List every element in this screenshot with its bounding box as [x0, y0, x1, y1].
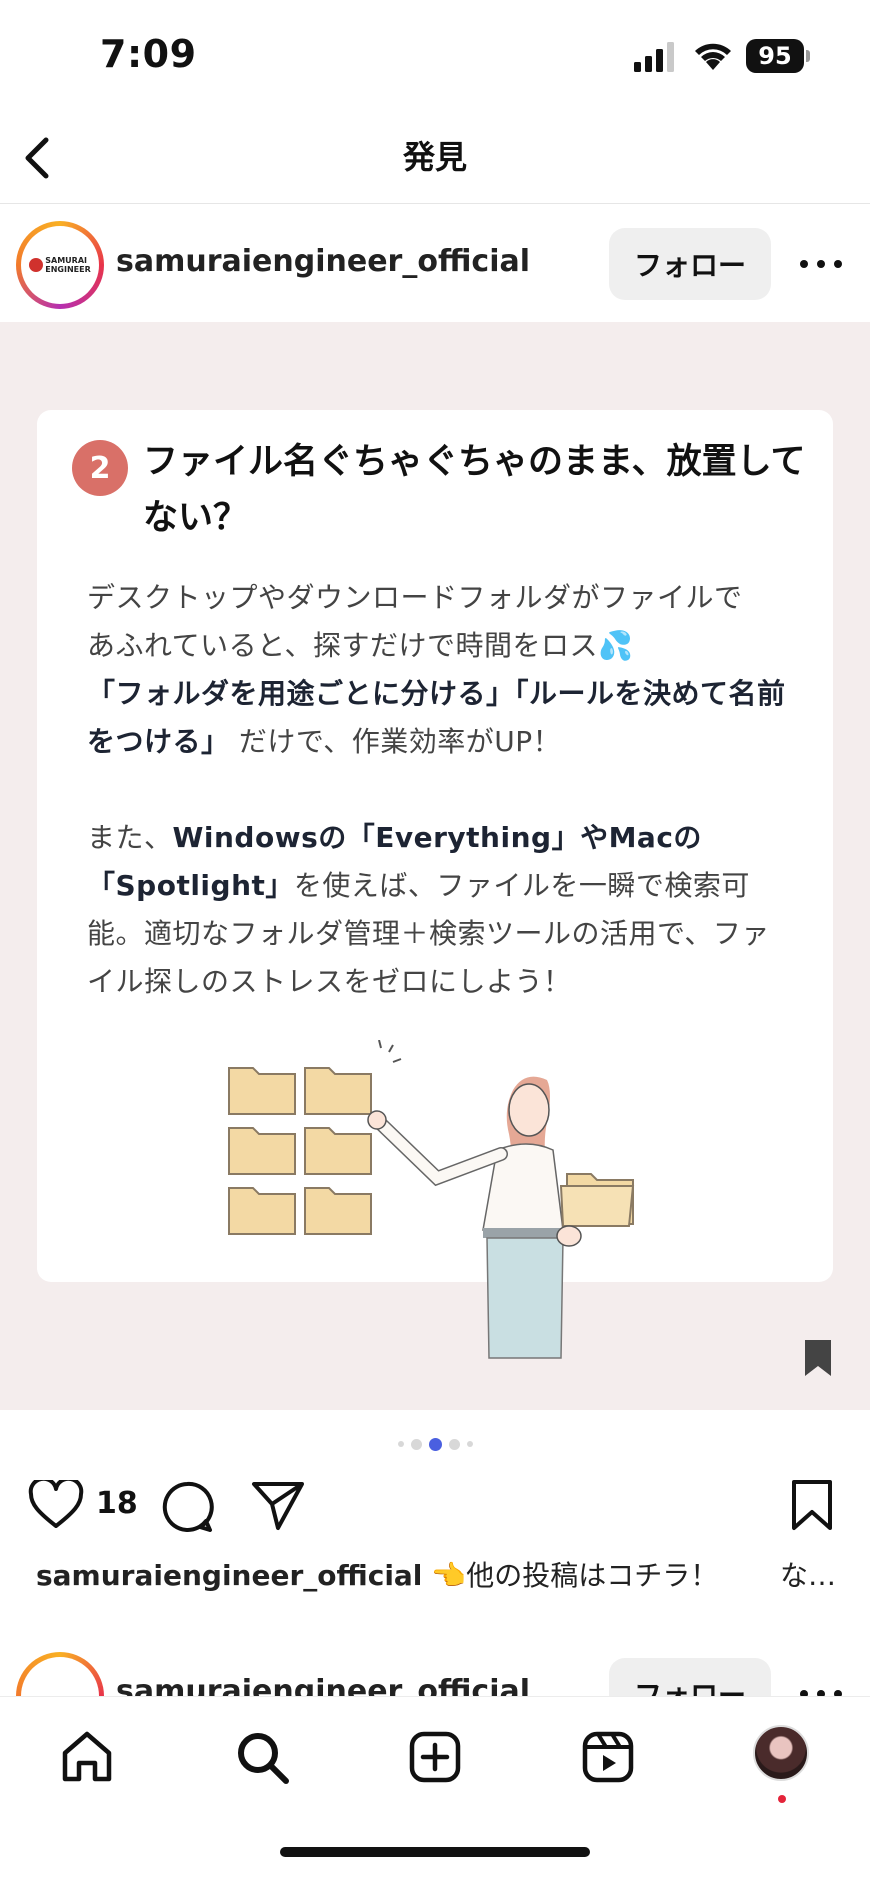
logo-mark-icon [29, 258, 44, 272]
author-avatar[interactable]: SAMURAI ENGINEER [16, 221, 104, 309]
card-body: デスクトップやダウンロードフォルダがファイルで あふれていると、探すだけで時間を… [87, 574, 787, 1006]
more-options-icon[interactable] [796, 256, 846, 272]
profile-avatar[interactable] [753, 1725, 809, 1781]
cellular-signal-icon [634, 42, 674, 72]
home-indicator[interactable] [280, 1847, 590, 1857]
body-text: だけで、作業効率がUP！ [238, 725, 562, 758]
comment-icon[interactable] [160, 1480, 214, 1534]
body-line: あふれていると、探すだけで時間をロス💦 [87, 629, 634, 662]
logo-text: SAMURAI ENGINEER [45, 256, 91, 274]
logo-text-line-1: SAMURAI [45, 256, 87, 265]
caption-text: 👈他の投稿はコチラ！ [431, 1559, 719, 1592]
carousel-indicator [0, 1434, 870, 1454]
post-header: SAMURAI ENGINEER samuraiengineer_officia… [0, 204, 870, 322]
nav-header: 発見 [0, 110, 870, 204]
save-bookmark-icon[interactable] [790, 1478, 834, 1532]
step-number-badge: 2 [72, 440, 128, 496]
body-paragraph-1: デスクトップやダウンロードフォルダがファイルで あふれていると、探すだけで時間を… [87, 574, 787, 766]
share-paper-plane-icon[interactable] [250, 1478, 306, 1532]
caption-more-link[interactable]: な… [780, 1554, 836, 1594]
carousel-dot-active [428, 1437, 442, 1451]
carousel-dot [466, 1441, 473, 1447]
next-more-options-icon[interactable] [796, 1686, 846, 1696]
page-title: 発見 [402, 138, 467, 176]
status-time: 7:09 [100, 32, 197, 76]
author-username[interactable]: samuraiengineer_official [116, 244, 530, 279]
next-author-username[interactable]: samuraiengineer_official [116, 1674, 530, 1696]
woman-with-folders-illustration [228, 1040, 635, 1359]
notification-dot [778, 1795, 786, 1803]
carousel-dot [397, 1441, 404, 1447]
battery-level: 95 [746, 39, 804, 73]
tip-card: 2 ファイル名ぐちゃぐちゃのまま、放置してない？ デスクトップやダウンロードフォ… [37, 410, 833, 1359]
samurai-engineer-logo: SAMURAI ENGINEER [28, 245, 92, 285]
post-actions: 18 [0, 1476, 870, 1536]
caption-username[interactable]: samuraiengineer_official [36, 1559, 422, 1592]
home-icon[interactable] [57, 1727, 117, 1787]
follow-button[interactable]: フォロー [609, 228, 771, 300]
next-follow-button[interactable]: フォロー [609, 1658, 771, 1696]
next-avatar-inner [21, 1657, 99, 1696]
wifi-icon [695, 43, 731, 70]
next-author-avatar[interactable] [16, 1652, 104, 1696]
post-caption[interactable]: samuraiengineer_official 👈他の投稿はコチラ！ な… [36, 1554, 836, 1594]
bottom-tab-bar [0, 1696, 870, 1882]
carousel-dot [410, 1438, 422, 1450]
battery-indicator: 95 [746, 39, 810, 73]
battery-tip [806, 50, 810, 62]
card-title: ファイル名ぐちゃぐちゃのまま、放置してない？ [143, 442, 806, 538]
heart-icon[interactable] [28, 1480, 84, 1530]
logo-text-line-2: ENGINEER [45, 265, 91, 274]
create-post-icon[interactable] [405, 1727, 465, 1787]
search-icon[interactable] [232, 1727, 292, 1787]
post-carousel-image[interactable]: 2 ファイル名ぐちゃぐちゃのまま、放置してない？ デスクトップやダウンロードフォ… [0, 322, 870, 1410]
status-bar: 7:09 95 [0, 0, 870, 110]
folder-grid-icon [228, 1067, 372, 1235]
body-text: また、 [87, 821, 173, 854]
reels-icon[interactable] [578, 1727, 638, 1787]
next-post-header: samuraiengineer_official フォロー [0, 1650, 870, 1696]
body-paragraph-2: また、Windowsの「Everything」やMacの「Spotlight」を… [87, 814, 787, 1006]
like-count[interactable]: 18 [96, 1486, 138, 1521]
avatar-inner: SAMURAI ENGINEER [21, 226, 99, 304]
bookmark-overlay-icon[interactable] [803, 1338, 833, 1378]
body-line: デスクトップやダウンロードフォルダがファイルで [87, 581, 743, 614]
carousel-dot [448, 1438, 460, 1450]
